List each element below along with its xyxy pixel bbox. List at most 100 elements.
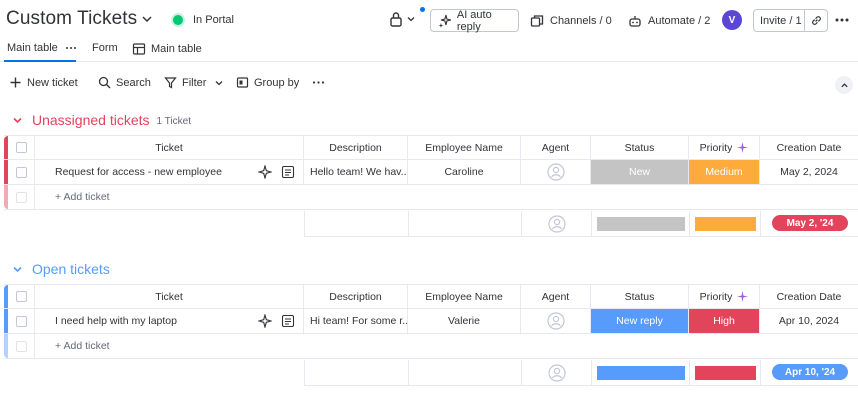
summary-status[interactable] — [592, 360, 690, 385]
portal-label[interactable]: In Portal — [193, 14, 234, 26]
group-title[interactable]: Open tickets — [32, 261, 110, 277]
search-label: Search — [116, 76, 151, 89]
lock-icon[interactable] — [389, 11, 403, 27]
agent-cell[interactable] — [521, 309, 591, 333]
status-summary-bar[interactable] — [597, 217, 685, 231]
priority-cell[interactable]: High — [689, 309, 760, 333]
chevron-down-icon[interactable] — [214, 78, 224, 88]
row-checkbox[interactable] — [15, 166, 27, 178]
description-cell[interactable]: Hello team! We hav... — [304, 160, 408, 184]
column-header-description[interactable]: Description — [304, 136, 408, 159]
more-options-icon[interactable] — [65, 42, 77, 54]
search-button[interactable]: Search — [98, 76, 151, 89]
plus-icon — [10, 77, 21, 88]
new-ticket-label: New ticket — [27, 76, 78, 89]
ticket-name[interactable]: Request for access - new employee — [55, 166, 222, 178]
add-ticket-cell[interactable]: + Add ticket — [35, 334, 858, 358]
column-header-creation-date[interactable]: Creation Date — [760, 136, 858, 159]
column-header-priority[interactable]: Priority — [689, 285, 760, 308]
chevron-down-icon[interactable] — [406, 14, 416, 24]
summary-date[interactable]: May 2, '24 — [761, 211, 858, 236]
ticket-cell[interactable]: I need help with my laptop — [35, 309, 304, 333]
column-header-creation-date[interactable]: Creation Date — [760, 285, 858, 308]
status-cell[interactable]: New reply — [591, 309, 689, 333]
filter-button[interactable]: Filter — [164, 76, 224, 89]
summary-date[interactable]: Apr 10, '24 — [761, 360, 858, 385]
column-header-status[interactable]: Status — [591, 285, 689, 308]
robot-icon — [629, 15, 641, 27]
creation-date-cell[interactable]: May 2, 2024 — [760, 160, 858, 184]
avatar[interactable]: V — [722, 10, 742, 30]
employee-name-cell[interactable]: Caroline — [408, 160, 521, 184]
status-summary-bar[interactable] — [597, 366, 685, 380]
date-range-pill[interactable]: Apr 10, '24 — [772, 364, 848, 380]
ai-sparkle-icon[interactable] — [258, 314, 272, 328]
group-by-button[interactable]: Group by — [236, 76, 299, 89]
agent-cell[interactable] — [521, 160, 591, 184]
group-title[interactable]: Unassigned tickets — [32, 112, 150, 128]
invite-button[interactable]: Invite / 1 — [754, 15, 804, 27]
table-header-row: Ticket Description Employee Name Agent S… — [4, 284, 858, 309]
column-header-agent[interactable]: Agent — [521, 285, 591, 308]
add-ticket-button[interactable]: + Add ticket — [55, 340, 110, 352]
automate-button[interactable]: Automate / 2 — [628, 9, 710, 32]
row-select-cell — [8, 309, 35, 333]
chevron-down-icon[interactable] — [140, 12, 154, 26]
open-item-icon[interactable] — [281, 165, 295, 179]
board-title[interactable]: Custom Tickets — [6, 8, 137, 30]
summary-priority[interactable] — [690, 360, 761, 385]
add-ticket-button[interactable]: + Add ticket — [55, 191, 110, 203]
user-placeholder-icon — [547, 363, 566, 382]
column-header-status[interactable]: Status — [591, 136, 689, 159]
table-icon — [132, 43, 146, 55]
add-ticket-cell[interactable]: + Add ticket — [35, 185, 858, 209]
priority-summary-bar[interactable] — [695, 366, 756, 380]
priority-summary-bar[interactable] — [695, 217, 756, 231]
open-item-icon[interactable] — [281, 314, 295, 328]
creation-date-cell[interactable]: Apr 10, 2024 — [760, 309, 858, 333]
tab-main-table[interactable]: Main table — [7, 42, 77, 54]
row-checkbox[interactable] — [15, 315, 27, 327]
divider — [804, 10, 805, 31]
channels-button[interactable]: Channels / 0 — [530, 9, 612, 32]
priority-cell[interactable]: Medium — [689, 160, 760, 184]
column-header-description[interactable]: Description — [304, 285, 408, 308]
date-range-pill[interactable]: May 2, '24 — [772, 215, 848, 231]
column-header-agent[interactable]: Agent — [521, 136, 591, 159]
select-all-checkbox[interactable] — [15, 291, 27, 302]
toolbar-more-button[interactable] — [312, 76, 330, 89]
ai-auto-reply-label: AI auto reply — [456, 8, 492, 33]
group-header[interactable]: Unassigned tickets 1 Ticket — [12, 110, 191, 130]
group-count: 1 Ticket — [156, 115, 191, 127]
status-cell[interactable]: New — [591, 160, 689, 184]
summary-status[interactable] — [592, 211, 690, 236]
chevron-down-icon[interactable] — [12, 115, 23, 126]
employee-name-cell[interactable]: Valerie — [408, 309, 521, 333]
channels-label: Channels / 0 — [550, 14, 612, 27]
tab-main-table-2[interactable]: Main table — [132, 42, 202, 56]
ai-auto-reply-button[interactable]: AI auto reply — [430, 8, 519, 33]
invite-control: Invite / 1 — [753, 9, 828, 32]
column-header-employee-name[interactable]: Employee Name — [408, 285, 521, 308]
more-options-icon — [312, 81, 325, 84]
column-header-ticket[interactable]: Ticket — [35, 136, 304, 159]
new-ticket-button[interactable]: New ticket — [9, 76, 78, 89]
summary-priority[interactable] — [690, 211, 761, 236]
chevron-down-icon[interactable] — [12, 264, 23, 275]
description-cell[interactable]: Hi team! For some r... — [304, 309, 408, 333]
column-header-priority[interactable]: Priority — [689, 136, 760, 159]
table-row: I need help with my laptop Hi team! For … — [4, 309, 858, 334]
select-all-checkbox[interactable] — [15, 142, 27, 153]
column-header-employee-name[interactable]: Employee Name — [408, 136, 521, 159]
sparkle-icon — [438, 14, 452, 28]
ticket-cell[interactable]: Request for access - new employee — [35, 160, 304, 184]
board-toolbar: New ticket Search Filter Group by — [0, 73, 858, 95]
more-options-icon[interactable] — [834, 12, 850, 28]
tab-form[interactable]: Form — [92, 42, 118, 54]
column-header-ticket[interactable]: Ticket — [35, 285, 304, 308]
ticket-name[interactable]: I need help with my laptop — [55, 315, 177, 327]
collapse-header-button[interactable] — [835, 76, 853, 94]
ai-sparkle-icon[interactable] — [258, 165, 272, 179]
group-header[interactable]: Open tickets — [12, 259, 117, 279]
link-icon[interactable] — [810, 14, 823, 27]
